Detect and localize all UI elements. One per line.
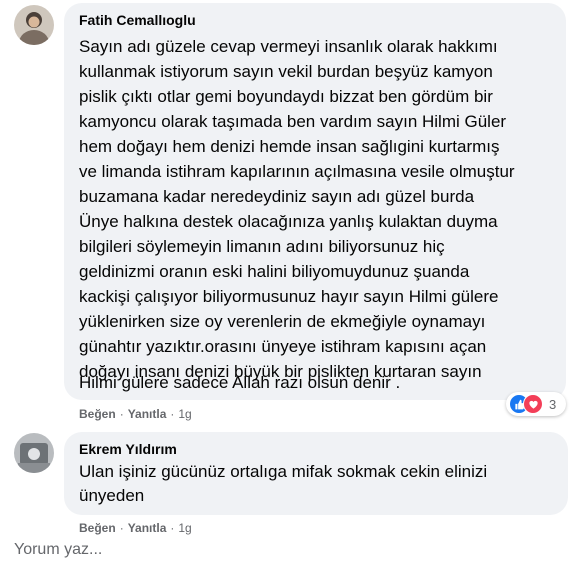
reaction-count: 3 — [549, 396, 557, 412]
comment-text-line: geldinizmi oranın eski halini biliyomuyd… — [79, 262, 470, 281]
comment-timestamp[interactable]: 1g — [178, 407, 191, 421]
comment-bubble: Ekrem Yıldırım Ulan işiniz gücünüz ortal… — [64, 432, 568, 515]
reply-button[interactable]: Yanıtla — [128, 407, 167, 421]
comment-bubble: Fatih Cemallıoglu Sayın adı güzele cevap… — [64, 3, 566, 400]
comment-text-line: Sayın adı güzele cevap vermeyi insanlık … — [79, 37, 498, 56]
comment-author[interactable]: Ekrem Yıldırım — [79, 441, 177, 457]
comment-text-line: buzamana kadar neredeydiniz sayın adı gü… — [79, 187, 475, 206]
comment-author[interactable]: Fatih Cemallıoglu — [79, 12, 196, 28]
comment-text-line: yüklenirken size oy verenlerin de ekmeği… — [79, 312, 486, 331]
comment-timestamp[interactable]: 1g — [178, 521, 191, 535]
comment-text-line: kamyoncu olarak taşımada ben vardım sayı… — [79, 112, 507, 131]
comment-text-line: Ünye halkına destek olacağınıza yanlış k… — [79, 212, 498, 231]
comment-text-line: ve limanda istihram kapılarının açılması… — [79, 162, 515, 181]
reply-button[interactable]: Yanıtla — [128, 521, 167, 535]
comment-text-line: günahtır yazıktır.orasını ünyeye istihra… — [79, 337, 487, 356]
avatar[interactable] — [14, 433, 54, 473]
comment-text-line: hem doğayı hem denizi hemde insan sağlıg… — [79, 137, 500, 156]
comment-text-line: Ulan işiniz gücünüz ortalıga mifak sokma… — [79, 462, 488, 481]
comment-text-line: bilgileri söylemeyin limanın adını biliy… — [79, 237, 445, 256]
comment-text-line: kackişi çalışıyor biliyormusunuz hayır s… — [79, 287, 499, 306]
like-button[interactable]: Beğen — [79, 521, 116, 535]
comment-text-line: pislik çıktı otlar gemi boyundaydı bizza… — [79, 87, 493, 106]
comment-actions: Beğen · Yanıtla · 1g — [79, 407, 192, 421]
comment-input[interactable]: Yorum yaz... — [14, 541, 102, 559]
comment-text-line: kullanmak istiyorum sayın vekil burdan b… — [79, 62, 493, 81]
comment-text-line: ünyeden — [79, 486, 145, 505]
avatar[interactable] — [14, 5, 54, 45]
reaction-summary[interactable]: 3 — [506, 392, 566, 416]
like-button[interactable]: Beğen — [79, 407, 116, 421]
comment-text-line: Hilmi gülere sadece Allah razı olsun den… — [79, 373, 401, 392]
heart-icon — [523, 394, 543, 414]
comment-actions: Beğen · Yanıtla · 1g — [79, 521, 192, 535]
